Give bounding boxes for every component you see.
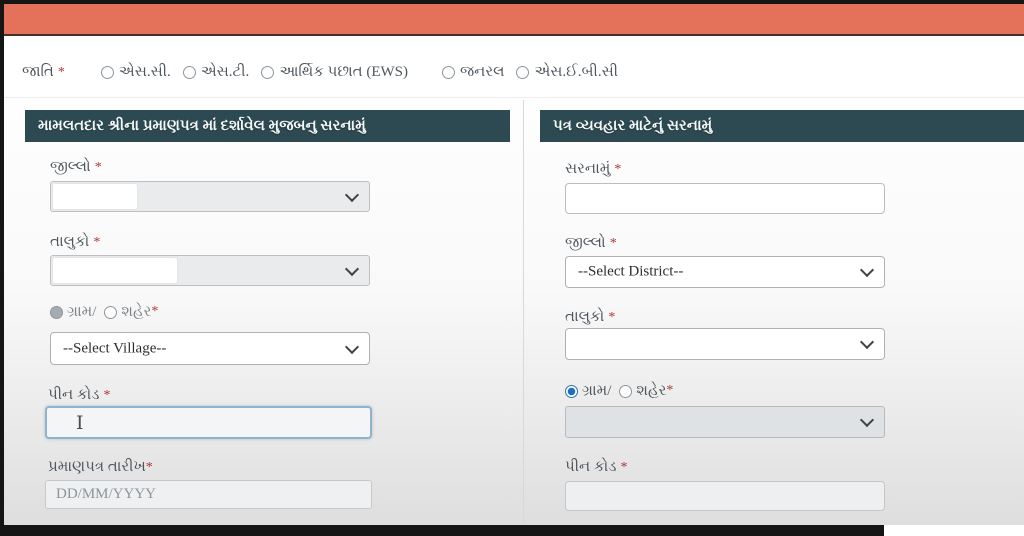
- left-village-select[interactable]: --Select Village--: [50, 332, 370, 365]
- right-taluka-label: તાલુકો *: [565, 308, 615, 326]
- chevron-down-icon: [859, 412, 875, 428]
- select-value: --Select Village--: [63, 340, 167, 356]
- orange-header-bar: [0, 4, 1024, 36]
- caste-required-asterisk: *: [57, 65, 65, 80]
- caste-option-ews[interactable]: આર્થિક પછાત (EWS): [261, 63, 408, 81]
- radio-icon[interactable]: [441, 65, 455, 79]
- required-asterisk: *: [609, 236, 617, 251]
- caste-option-label: એસ.ટી.: [200, 64, 250, 80]
- right-pincode-label: પીન કોડ *: [565, 458, 628, 476]
- required-asterisk: *: [666, 383, 674, 398]
- caste-option-st[interactable]: એસ.ટી.: [182, 63, 250, 81]
- label-text: પીન કોડ: [48, 387, 100, 403]
- left-district-select[interactable]: [50, 181, 370, 212]
- required-asterisk: *: [145, 460, 153, 475]
- right-district-label: જીલ્લો *: [565, 234, 617, 252]
- caste-label-text: જાતિ: [22, 64, 54, 80]
- shaher-label: શહેર: [121, 304, 152, 320]
- correspondence-address-panel-title: પત્ર વ્યવહાર માટેનું સરનામું: [540, 110, 1024, 142]
- column-divider: [523, 100, 524, 525]
- caste-option-label: જનરલ: [459, 64, 505, 80]
- right-address-input[interactable]: [565, 183, 885, 214]
- caste-row: જાતિ * એસ.સી. એસ.ટી. આર્થિક પછાત (EWS) જન…: [22, 58, 1002, 86]
- right-village-city-radio-row: ગ્રામ/ શહેર *: [565, 382, 673, 400]
- chevron-down-icon: [344, 187, 360, 202]
- gram-radio[interactable]: [50, 305, 63, 319]
- redacted-value-box: [53, 258, 177, 283]
- frame-edge-top: [0, 0, 1024, 4]
- shaher-label: શહેર: [636, 383, 667, 399]
- chevron-down-icon: [344, 261, 360, 276]
- caste-option-sc[interactable]: એસ.સી.: [100, 63, 171, 81]
- label-text: પીન કોડ: [565, 459, 617, 475]
- frame-edge-left: [0, 0, 4, 536]
- caste-option-general[interactable]: જનરલ: [441, 63, 505, 81]
- left-district-label: જીલ્લો *: [50, 158, 102, 176]
- right-address-label: સરનામું *: [565, 160, 621, 178]
- required-asterisk: *: [151, 304, 159, 319]
- shaher-radio[interactable]: [104, 305, 118, 319]
- chevron-down-icon: [859, 262, 875, 278]
- frame-edge-bottom: [0, 525, 884, 536]
- caste-option-label: એસ.ઈ.બી.સી: [534, 64, 619, 80]
- required-asterisk: *: [93, 235, 101, 250]
- left-taluka-label: તાલુકો *: [50, 233, 100, 251]
- shaher-radio[interactable]: [619, 384, 633, 398]
- gram-label: ગ્રામ/: [582, 383, 612, 399]
- radio-icon[interactable]: [261, 65, 275, 79]
- gram-radio[interactable]: [565, 384, 578, 398]
- label-text: સરનામું: [565, 161, 611, 177]
- required-asterisk: *: [620, 460, 628, 475]
- select-value: --Select District--: [578, 263, 684, 280]
- left-certdate-label: પ્રમાણપત્ર તારીખ*: [48, 458, 153, 476]
- left-pincode-input[interactable]: [45, 406, 372, 439]
- left-pincode-label: પીન કોડ *: [48, 386, 111, 404]
- radio-icon[interactable]: [100, 65, 114, 79]
- chevron-down-icon: [344, 339, 360, 354]
- radio-icon[interactable]: [516, 65, 530, 79]
- chevron-down-icon: [859, 334, 875, 350]
- label-text: જીલ્લો: [50, 159, 91, 175]
- caste-option-sebc[interactable]: એસ.ઈ.બી.સી: [516, 63, 618, 81]
- right-taluka-select[interactable]: [565, 328, 885, 360]
- redacted-value-box: [53, 184, 137, 209]
- left-taluka-select[interactable]: [50, 255, 370, 286]
- gram-label: ગ્રામ/: [67, 304, 97, 320]
- required-asterisk: *: [608, 310, 616, 325]
- label-text: તાલુકો: [565, 309, 605, 325]
- required-asterisk: *: [103, 388, 111, 403]
- label-text: તાલુકો: [50, 234, 90, 250]
- caste-label: જાતિ *: [22, 63, 65, 81]
- left-village-city-radio-row: ગ્રામ/ શહેર *: [50, 303, 158, 321]
- label-text: પ્રમાણપત્ર તારીખ: [48, 459, 146, 475]
- required-asterisk: *: [94, 160, 102, 175]
- radio-icon[interactable]: [182, 65, 196, 79]
- left-certdate-input[interactable]: [45, 480, 372, 509]
- label-text: જીલ્લો: [565, 235, 606, 251]
- caste-option-label: આર્થિક પછાત (EWS): [279, 64, 408, 80]
- page: જાતિ * એસ.સી. એસ.ટી. આર્થિક પછાત (EWS) જન…: [0, 0, 1024, 536]
- required-asterisk: *: [614, 162, 622, 177]
- certificate-address-panel-title: મામલતદાર શ્રીના પ્રમાણપત્ર માં દર્શાવેલ …: [25, 110, 510, 142]
- right-pincode-input[interactable]: [565, 481, 885, 511]
- right-village-select[interactable]: [565, 406, 885, 438]
- right-district-select[interactable]: --Select District--: [565, 256, 885, 288]
- caste-option-label: એસ.સી.: [118, 64, 171, 80]
